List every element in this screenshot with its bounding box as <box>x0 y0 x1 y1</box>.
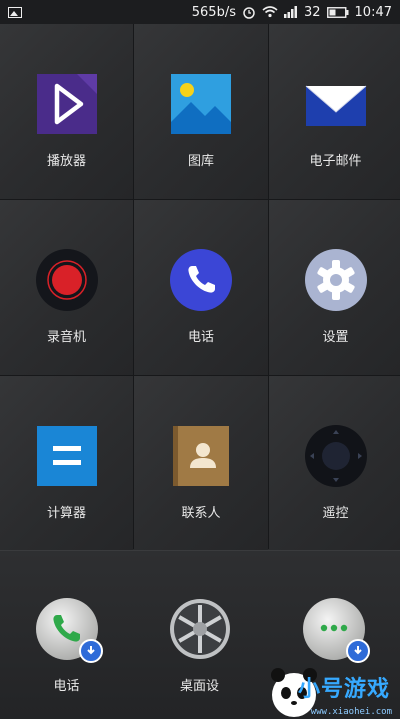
dock-item-phone[interactable]: 电话 <box>0 597 133 694</box>
battery-icon <box>326 6 349 18</box>
settings-gear-icon <box>304 249 367 311</box>
image-notification-icon <box>8 6 22 18</box>
phone-icon <box>170 249 232 311</box>
dock-label: 桌面设 <box>179 679 219 694</box>
dock-label: 电话 <box>53 679 80 694</box>
download-badge-icon <box>78 639 103 663</box>
net-speed: 565b/s <box>191 4 236 20</box>
app-remote[interactable]: 遥控 <box>269 376 400 551</box>
watermark-url: www.xiaohei.com <box>310 707 392 717</box>
dock: 电话 桌面设 小号游戏 www.xiaohei.com <box>0 550 400 719</box>
alarm-icon <box>243 7 255 19</box>
app-label: 设置 <box>322 330 349 345</box>
app-label: 遥控 <box>322 506 349 521</box>
app-settings[interactable]: 设置 <box>269 200 400 375</box>
watermark: 小号游戏 www.xiaohei.com <box>220 659 400 719</box>
app-player[interactable]: 播放器 <box>0 24 133 199</box>
signal-icon <box>283 6 297 18</box>
calculator-icon <box>36 426 97 486</box>
app-phone[interactable]: 电话 <box>134 200 268 375</box>
desktop-settings-icon <box>169 599 230 659</box>
app-label: 播放器 <box>46 154 86 169</box>
app-label: 计算器 <box>46 506 86 521</box>
app-label: 联系人 <box>181 506 221 521</box>
watermark-title: 小号游戏 <box>297 677 390 702</box>
email-icon <box>305 85 366 126</box>
app-calculator[interactable]: 计算器 <box>0 376 133 551</box>
app-contacts[interactable]: 联系人 <box>134 376 268 551</box>
app-recorder[interactable]: 录音机 <box>0 200 133 375</box>
wifi-icon <box>262 6 278 18</box>
app-email[interactable]: 电子邮件 <box>269 24 400 199</box>
status-bar: 565b/s 32 10:47 <box>0 0 400 24</box>
gallery-icon <box>171 74 231 134</box>
app-label: 录音机 <box>46 330 86 345</box>
app-grid: 播放器 图库 电子邮件 录音机 电话 设置 计算器 联系人 遥控 <box>0 24 400 551</box>
video-player-icon <box>36 74 97 134</box>
app-label: 图库 <box>187 154 214 169</box>
contacts-icon <box>173 426 229 486</box>
app-gallery[interactable]: 图库 <box>134 24 268 199</box>
recorder-icon <box>35 249 98 311</box>
remote-control-icon <box>304 425 367 487</box>
clock: 10:47 <box>354 4 392 20</box>
signal-strength: 32 <box>303 4 321 20</box>
app-label: 电子邮件 <box>309 154 362 169</box>
app-label: 电话 <box>187 330 214 345</box>
